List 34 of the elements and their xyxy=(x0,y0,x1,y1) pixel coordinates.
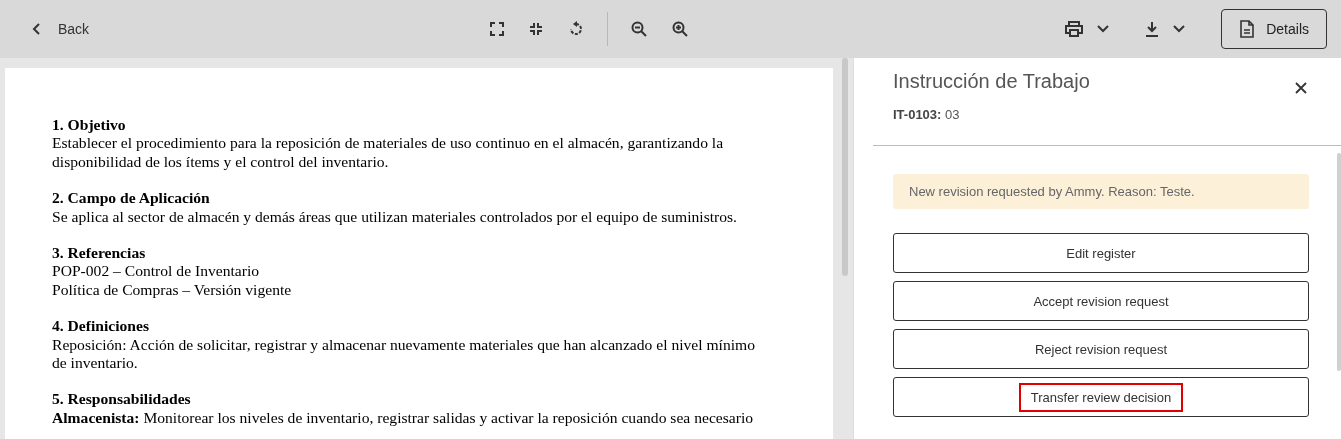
chevron-left-icon xyxy=(32,23,42,35)
section-heading: 2. Campo de Aplicación xyxy=(52,189,211,208)
paragraph: POP-002 – Control de Inventario xyxy=(52,262,261,281)
details-button[interactable]: Details xyxy=(1221,9,1327,49)
paragraph: Se aplica al sector de almacén y demás áreas que utilizan materiales controlados por el equipo de suministros. xyxy=(52,207,739,227)
action-button[interactable]: Edit register xyxy=(893,233,1309,273)
printer-icon[interactable] xyxy=(1065,21,1084,37)
exit-fullscreen-icon[interactable] xyxy=(529,22,543,36)
download-icon[interactable] xyxy=(1145,21,1160,37)
close-icon[interactable] xyxy=(1295,82,1307,94)
panel-title: Instrucción de Trabajo xyxy=(893,70,1090,93)
paragraph: Establecer el procedimiento para la reposición de materiales de uso continuo en el almacén, garantizando la disponibilidad de los ítems y el control del inventario. xyxy=(52,134,725,172)
action-button[interactable]: Accept revision request xyxy=(893,281,1309,321)
scrollbar[interactable] xyxy=(842,58,848,276)
paragraph: Política de Compras – Versión vigente xyxy=(52,280,293,300)
zoom-in-icon[interactable] xyxy=(672,21,688,37)
action-button[interactable]: Transfer review decision xyxy=(893,377,1309,417)
rotate-icon[interactable] xyxy=(568,21,584,37)
paragraph: Reposición: Acción de solicitar, registrar y almacenar nuevamente materiales que han alcanzado el nivel mínimo de inventario. xyxy=(52,335,756,373)
paragraph: Almacenista: Monitorear los niveles de inventario, registrar salidas y activar la reposición cuando sea necesario xyxy=(52,408,755,428)
notice-banner: New revision requested by Ammy. Reason: Teste. xyxy=(893,174,1309,209)
section-heading: 3. Referencias xyxy=(52,244,147,263)
caret-icon[interactable] xyxy=(1173,25,1186,33)
section-heading: 4. Definiciones xyxy=(52,317,151,336)
document-icon xyxy=(1240,20,1255,38)
caret-icon[interactable] xyxy=(1097,25,1110,33)
section-heading: 5. Responsabilidades xyxy=(52,390,192,409)
back-button[interactable]: Back xyxy=(28,17,94,41)
document-code: IT-0103: 03 xyxy=(893,107,961,122)
section-heading: 1. Objetivo xyxy=(52,116,127,135)
scrollbar[interactable] xyxy=(1337,153,1341,371)
fullscreen-icon[interactable] xyxy=(490,22,504,36)
zoom-out-icon[interactable] xyxy=(631,21,647,37)
action-button[interactable]: Reject revision request xyxy=(893,329,1309,369)
